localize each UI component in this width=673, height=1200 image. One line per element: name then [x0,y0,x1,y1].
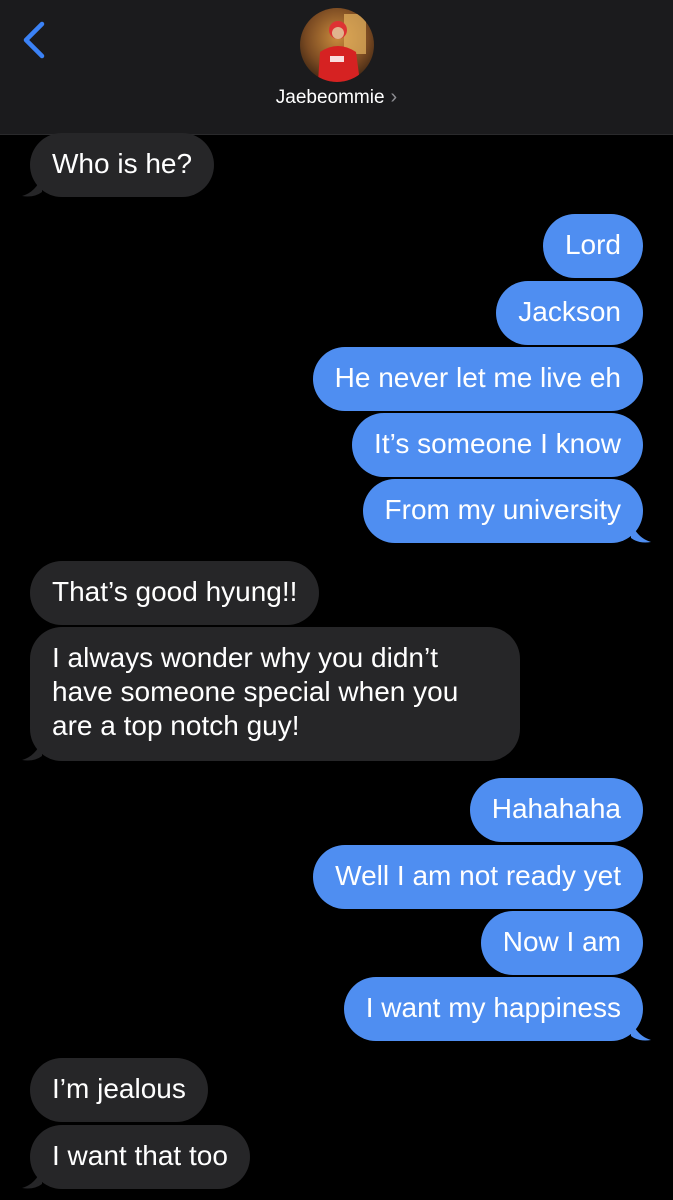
bubble-tail [631,522,651,543]
message-bubble-outgoing[interactable]: Well I am not ready yet [313,845,643,909]
bubble-tail [631,1020,651,1041]
message-bubble-outgoing[interactable]: Hahahaha [469,778,643,842]
message-bubble-outgoing[interactable]: Lord [542,214,643,278]
chevron-right-icon: › [390,86,398,108]
message-bubble-outgoing[interactable]: From my university [362,479,643,543]
chevron-left-icon [23,21,45,59]
message-text-line: are a top notch guy! [52,710,300,741]
message-text: Well I am not ready yet [335,860,621,891]
message-text-line: have someone special when you [52,676,459,707]
message-text: Jackson [518,296,621,327]
message-text: That’s good hyung!! [52,576,298,607]
contact-name: Jaebeommie [275,87,385,108]
message-text-line: I always wonder why you didn’t [52,642,438,673]
message-bubble-outgoing[interactable]: I want my happiness [343,977,643,1041]
bubble-tail [22,1168,42,1189]
message-bubble-incoming[interactable]: I’m jealous [30,1058,208,1122]
bubble-tail [22,176,42,197]
message-text: I want my happiness [365,992,621,1023]
message-text: Lord [564,229,621,260]
back-button[interactable] [18,20,52,60]
contact-avatar[interactable] [300,8,374,82]
message-bubble-outgoing[interactable]: Now I am [480,911,643,975]
message-text: From my university [384,494,621,525]
message-bubble-incoming[interactable]: That’s good hyung!! [30,561,320,625]
message-text: Who is he? [52,148,193,179]
message-bubble-incoming[interactable]: Who is he? [30,133,215,197]
bubble-tail [22,740,42,761]
message-bubble-outgoing[interactable]: Jackson [496,281,643,345]
message-text: Now I am [502,926,621,957]
avatar-photo [300,8,374,82]
contact-name-button[interactable]: Jaebeommie › [0,86,673,109]
message-text: Hahahaha [491,793,621,824]
message-bubble-incoming[interactable]: I always wonder why you didn’t have some… [30,627,520,761]
message-bubble-outgoing[interactable]: He never let me live eh [312,347,643,411]
message-text: He never let me live eh [334,362,621,393]
message-text: I’m jealous [52,1073,186,1104]
message-text: I want that too [52,1140,228,1171]
conversation-header: Jaebeommie › [0,0,673,135]
message-bubble-incoming[interactable]: I want that too [30,1125,250,1189]
message-text: It’s someone I know [374,428,621,459]
message-bubble-outgoing[interactable]: It’s someone I know [352,413,643,477]
